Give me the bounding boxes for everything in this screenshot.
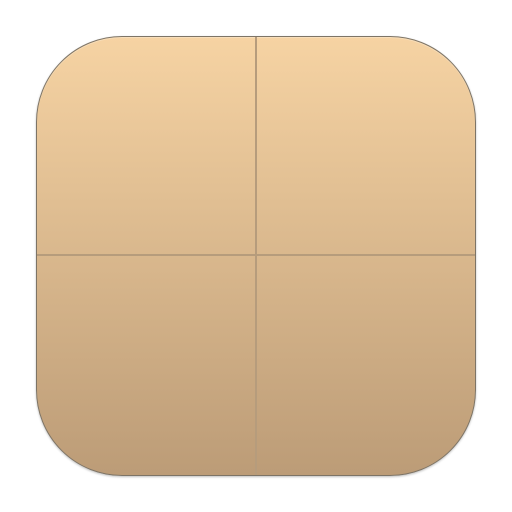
grid-layout-icon[interactable] xyxy=(36,36,476,476)
grid-quadrant-top-left xyxy=(37,37,255,254)
vertical-divider xyxy=(255,37,257,475)
grid-quadrant-top-right xyxy=(257,37,475,254)
icon-canvas xyxy=(0,0,512,512)
horizontal-divider xyxy=(37,254,475,256)
grid-quadrant-bottom-right xyxy=(257,256,475,473)
grid-quadrant-bottom-left xyxy=(37,256,255,473)
